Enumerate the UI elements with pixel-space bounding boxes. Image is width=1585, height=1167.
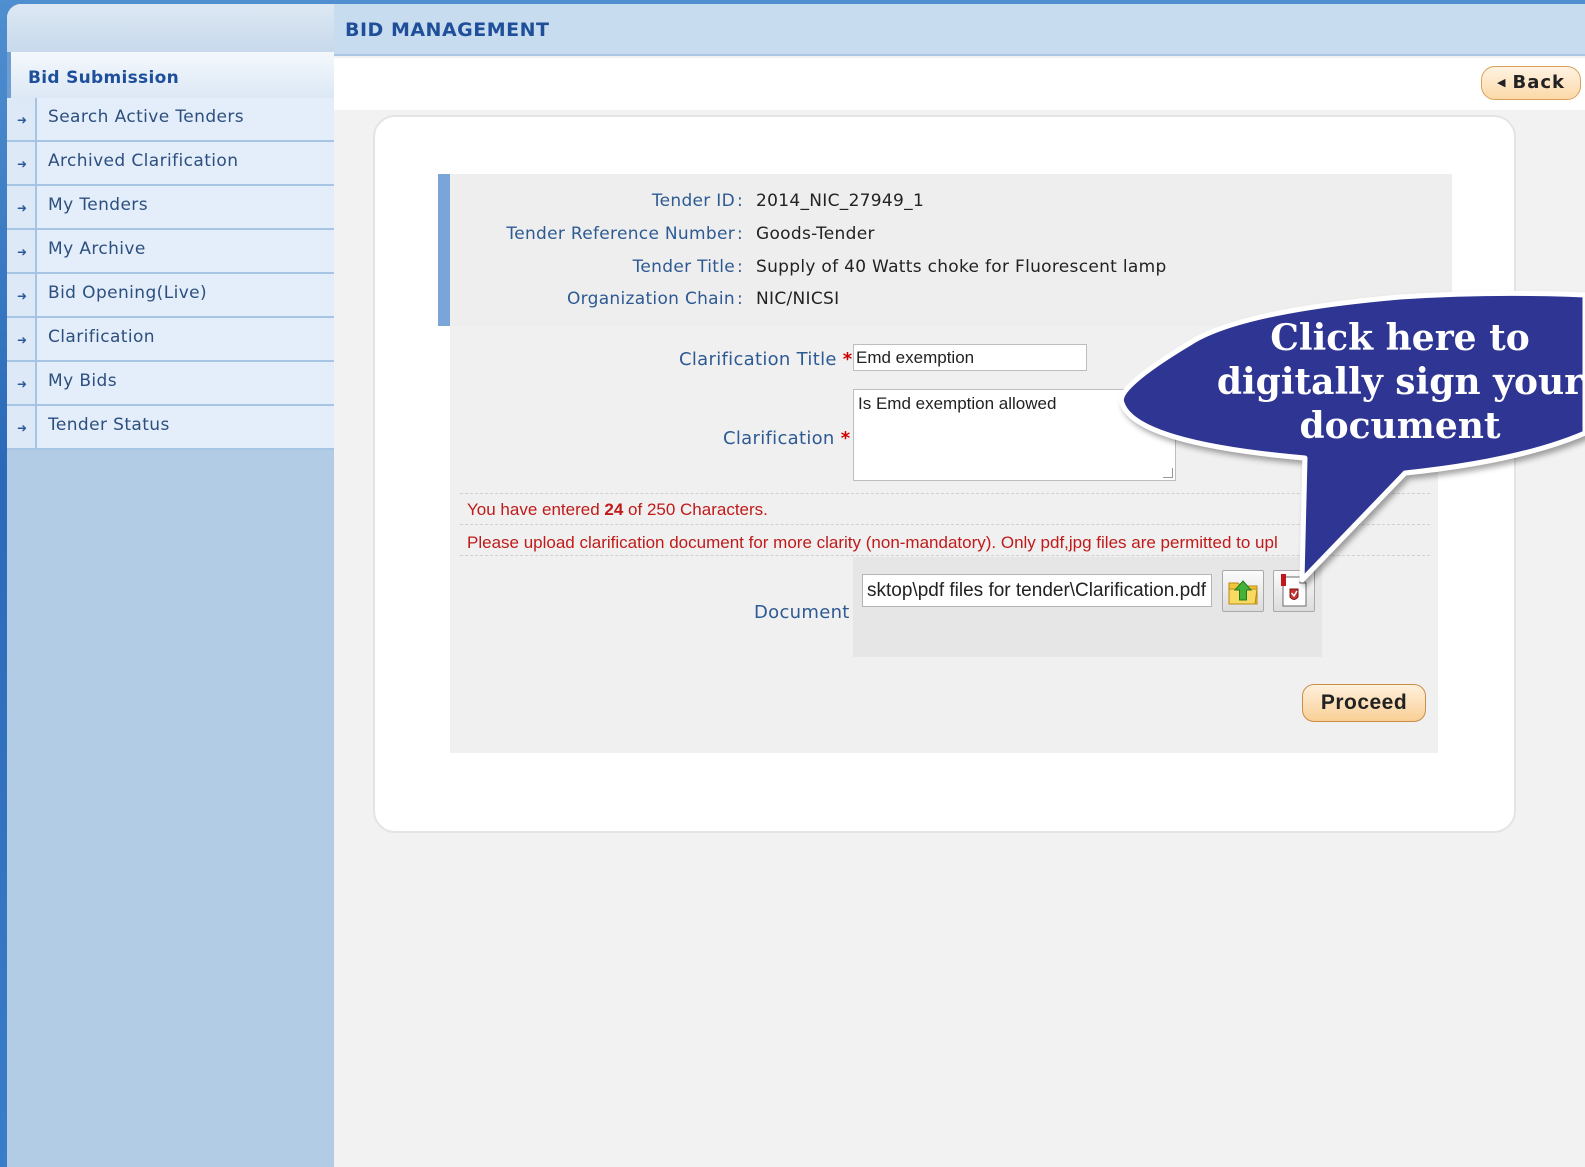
toolbar: ◀ Back xyxy=(334,58,1585,110)
tender-id-row: Tender ID : 2014_NIC_27949_1 xyxy=(450,191,1450,221)
tender-title-label: Tender Title xyxy=(632,257,735,277)
callout-text: Click here to digitally sign your docume… xyxy=(1210,316,1585,448)
arrow-right-icon: ➜ xyxy=(16,113,28,127)
clarification-label: Clarification * xyxy=(723,428,851,449)
arrow-right-icon: ➜ xyxy=(16,289,28,303)
tender-ref-label: Tender Reference Number xyxy=(506,224,735,244)
sidebar-item-my-bids[interactable]: ➜ My Bids xyxy=(7,362,334,406)
required-mark: * xyxy=(840,428,851,449)
sidebar-item-label: My Archive xyxy=(48,239,146,259)
sidebar-title: Bid Submission xyxy=(7,52,334,98)
sidebar-item-bid-opening-live[interactable]: ➜ Bid Opening(Live) xyxy=(7,274,334,318)
page-header: BID MANAGEMENT xyxy=(334,4,1585,56)
sidebar-item-label: My Bids xyxy=(48,371,117,391)
callout-line: Click here to xyxy=(1270,317,1530,359)
back-button[interactable]: ◀ Back xyxy=(1481,66,1581,100)
arrow-right-icon: ➜ xyxy=(16,201,28,215)
tender-id-label: Tender ID xyxy=(651,191,735,211)
arrow-right-icon: ➜ xyxy=(16,377,28,391)
char-count-message: You have entered 24 of 250 Characters. xyxy=(467,500,768,519)
document-label: Document xyxy=(754,602,850,623)
sidebar-item-label: Archived Clarification xyxy=(48,151,239,171)
org-chain-value: NIC/NICSI xyxy=(756,289,840,309)
tender-title-value: Supply of 40 Watts choke for Fluorescent… xyxy=(756,257,1167,277)
char-count-value: 24 xyxy=(604,500,624,519)
back-button-label: Back xyxy=(1512,72,1565,93)
separator: : xyxy=(737,257,743,277)
tender-ref-row: Tender Reference Number : Goods-Tender xyxy=(450,224,1450,254)
sidebar-item-my-archive[interactable]: ➜ My Archive xyxy=(7,230,334,274)
org-chain-label: Organization Chain xyxy=(566,289,735,309)
sidebar-item-label: Clarification xyxy=(48,327,155,347)
clarification-text: Is Emd exemption allowed xyxy=(858,394,1057,413)
sidebar-item-archived-clarification[interactable]: ➜ Archived Clarification xyxy=(7,142,334,186)
page-title: BID MANAGEMENT xyxy=(345,19,550,41)
tender-id-value: 2014_NIC_27949_1 xyxy=(756,191,925,211)
sidebar-item-my-tenders[interactable]: ➜ My Tenders xyxy=(7,186,334,230)
sidebar-item-label: Tender Status xyxy=(48,415,170,435)
clarification-title-label: Clarification Title * xyxy=(679,349,853,370)
triangle-left-icon: ◀ xyxy=(1497,76,1507,89)
sidebar-item-search-active-tenders[interactable]: ➜ Search Active Tenders xyxy=(7,98,334,142)
sidebar: Bid Submission ➜ Search Active Tenders ➜… xyxy=(7,4,334,1167)
sidebar-item-clarification[interactable]: ➜ Clarification xyxy=(7,318,334,362)
clarification-title-input[interactable]: Emd exemption xyxy=(853,344,1087,371)
callout-line: document xyxy=(1299,405,1501,447)
sidebar-item-tender-status[interactable]: ➜ Tender Status xyxy=(7,406,334,450)
arrow-right-icon: ➜ xyxy=(16,421,28,435)
proceed-button[interactable]: Proceed xyxy=(1302,684,1426,722)
arrow-right-icon: ➜ xyxy=(16,245,28,259)
separator: : xyxy=(737,224,743,244)
sidebar-item-label: My Tenders xyxy=(48,195,148,215)
separator: : xyxy=(737,289,743,309)
tender-ref-value: Goods-Tender xyxy=(756,224,875,244)
sidebar-item-label: Search Active Tenders xyxy=(48,107,245,127)
callout-line: digitally sign your xyxy=(1216,361,1584,403)
sidebar-item-label: Bid Opening(Live) xyxy=(48,283,208,303)
required-mark: * xyxy=(842,349,853,370)
sidebar-top-strip xyxy=(7,4,334,52)
arrow-right-icon: ➜ xyxy=(16,333,28,347)
separator: : xyxy=(737,191,743,211)
arrow-right-icon: ➜ xyxy=(16,157,28,171)
